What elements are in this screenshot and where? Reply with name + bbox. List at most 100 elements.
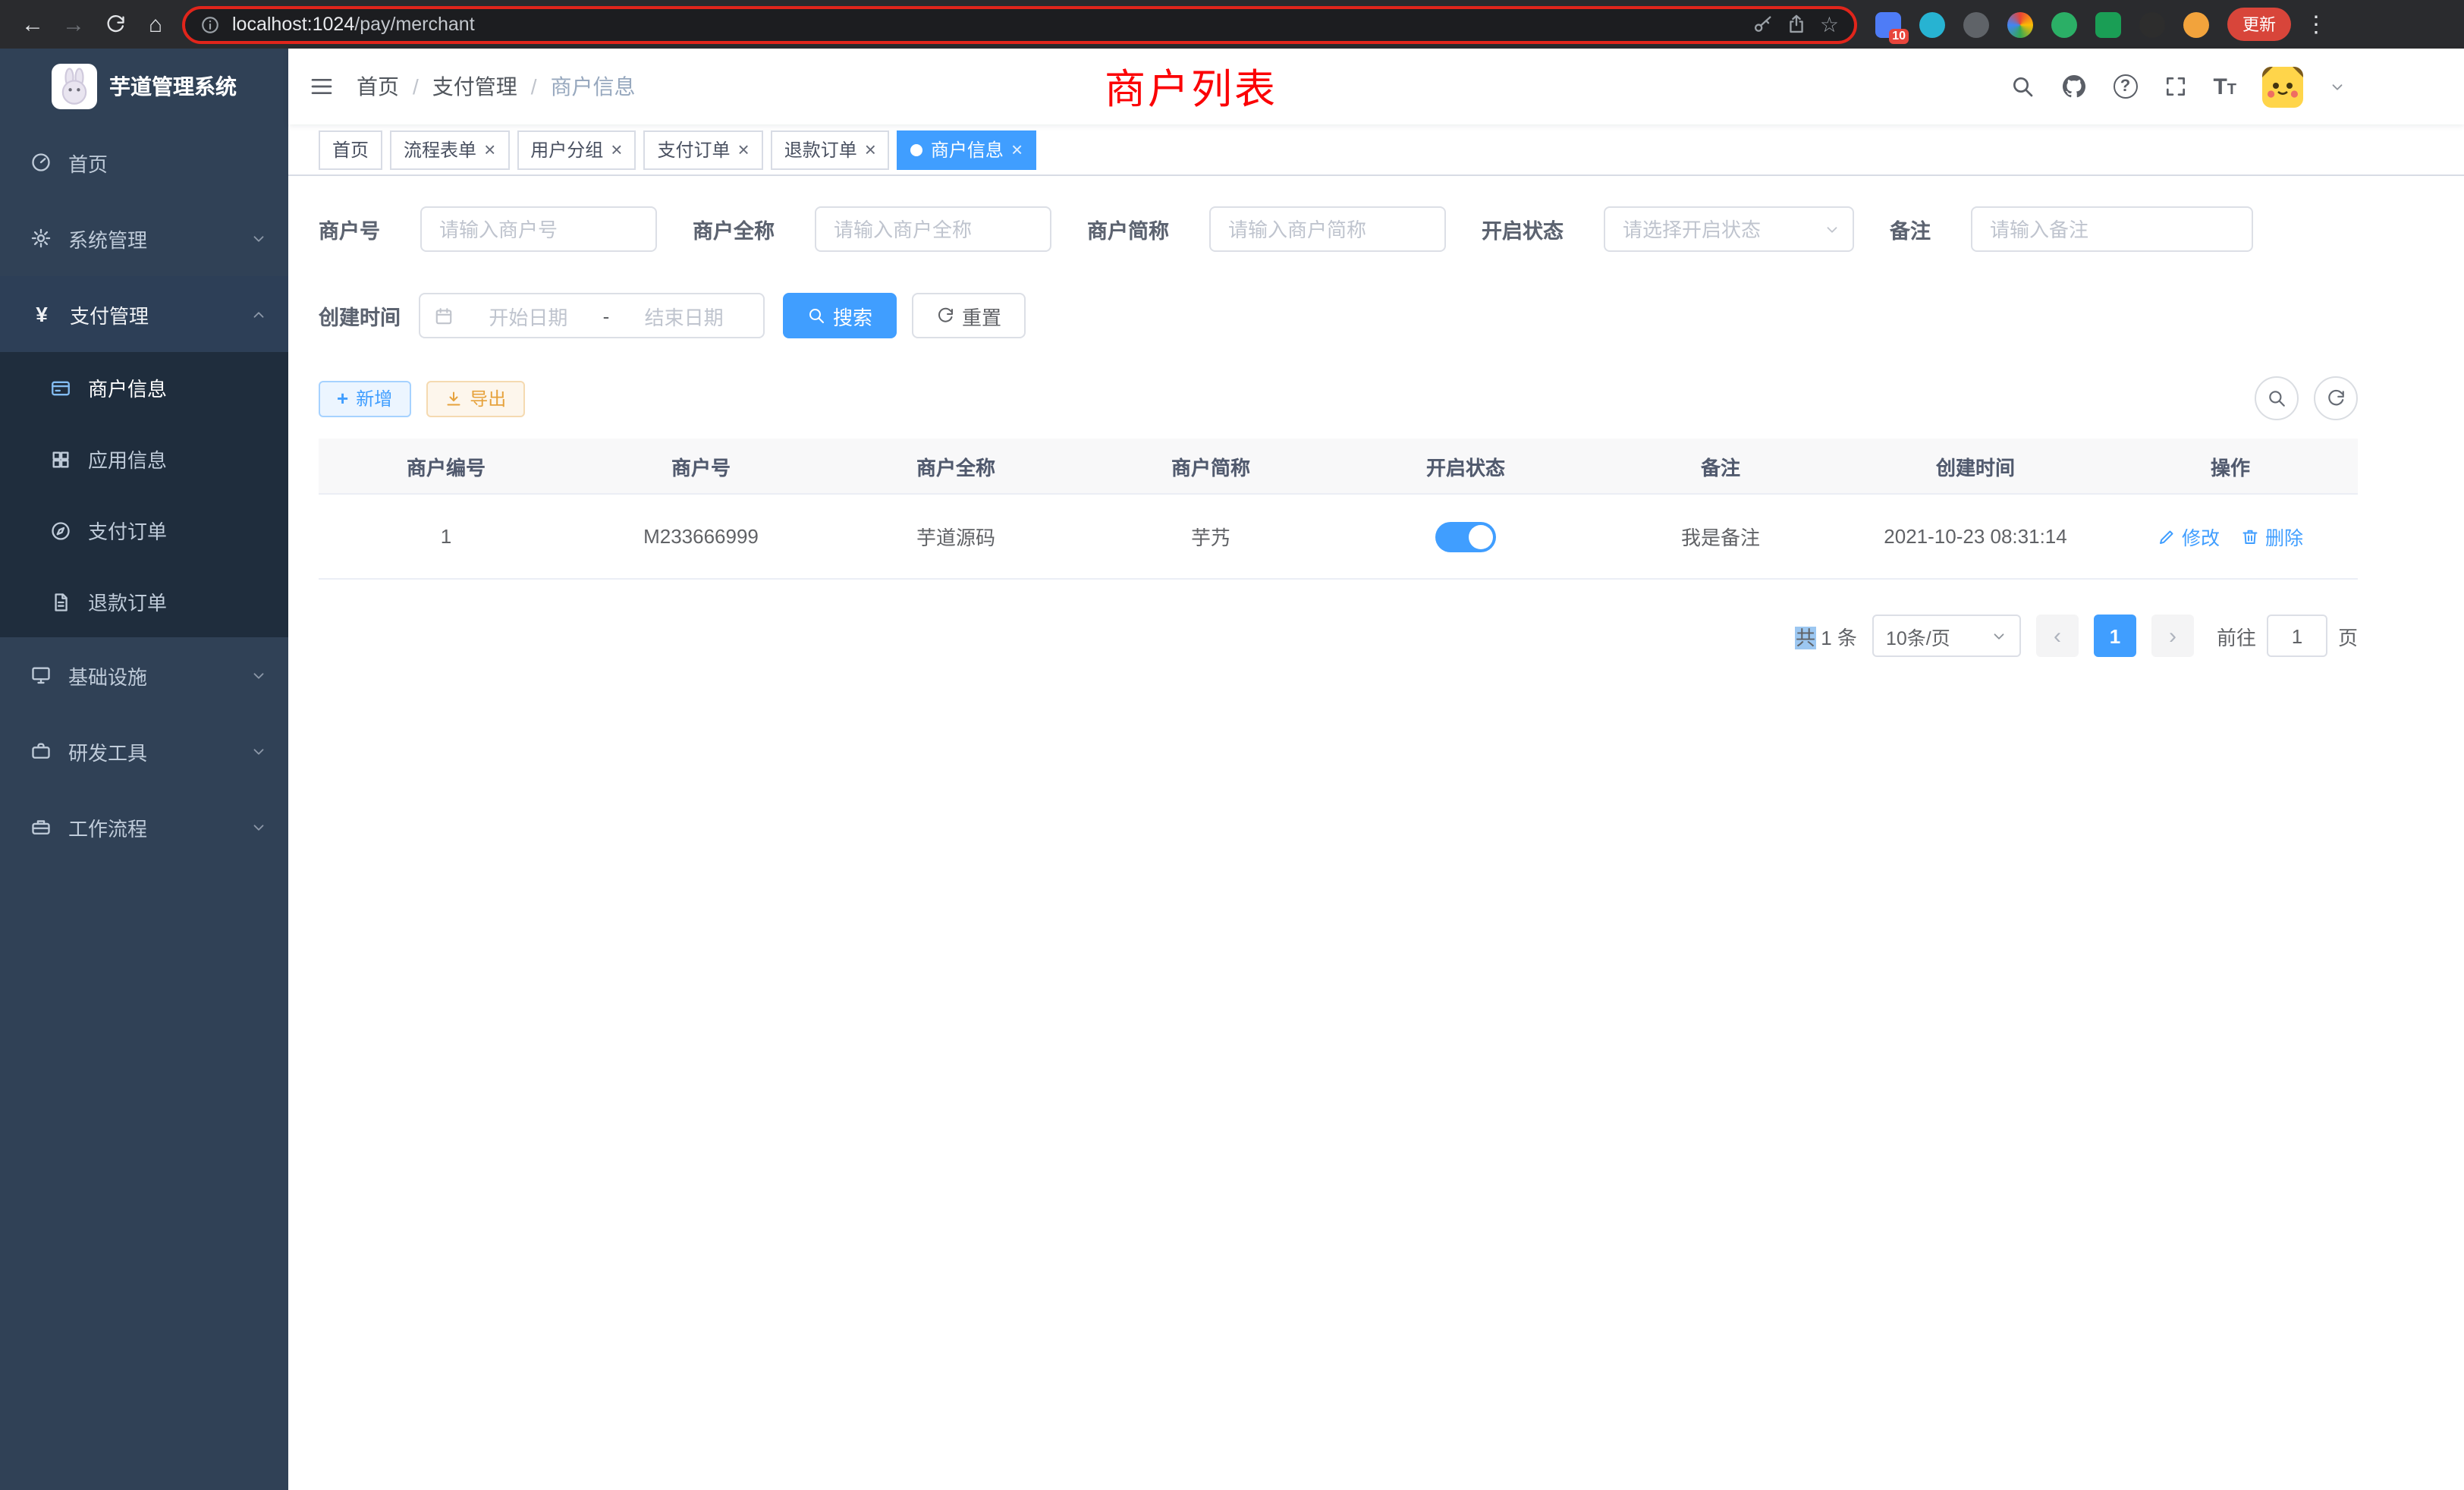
next-page-button[interactable]: › bbox=[2151, 615, 2194, 657]
profile-avatar-icon[interactable] bbox=[2183, 11, 2209, 37]
github-icon[interactable] bbox=[2060, 73, 2087, 100]
tab-home[interactable]: 首页 bbox=[319, 130, 382, 169]
sidebar-item-label: 退款订单 bbox=[88, 587, 167, 616]
browser-menu-button[interactable]: ⋮ bbox=[2305, 11, 2327, 38]
cell-remark: 我是备注 bbox=[1593, 522, 1848, 551]
date-separator: - bbox=[603, 304, 610, 327]
remark-input[interactable] bbox=[1970, 206, 2252, 252]
sidebar-item-merchant-info[interactable]: 商户信息 bbox=[0, 352, 288, 423]
breadcrumb-payment[interactable]: 支付管理 bbox=[432, 71, 517, 102]
sidebar-item-workflow[interactable]: 工作流程 bbox=[0, 789, 288, 865]
merchant-no-input[interactable] bbox=[420, 206, 656, 252]
page-size-select[interactable]: 10条/页 bbox=[1872, 615, 2021, 657]
bookmark-star-icon[interactable]: ☆ bbox=[1820, 11, 1839, 37]
sidebar-item-app-info[interactable]: 应用信息 bbox=[0, 423, 288, 495]
browser-update-button[interactable]: 更新 bbox=[2227, 8, 2291, 41]
extension-icon-2[interactable] bbox=[1919, 11, 1945, 37]
delete-link[interactable]: 删除 bbox=[2241, 522, 2303, 551]
tab-pay-order[interactable]: 支付订单× bbox=[643, 130, 762, 169]
refresh-table-button[interactable] bbox=[2314, 376, 2358, 420]
sidebar-toggle-button[interactable] bbox=[310, 74, 334, 99]
goto-page-input[interactable] bbox=[2267, 615, 2327, 657]
search-icon bbox=[807, 306, 825, 325]
sidebar-item-infrastructure[interactable]: 基础设施 bbox=[0, 637, 288, 713]
font-size-icon[interactable]: TT bbox=[2213, 75, 2236, 98]
close-icon[interactable]: × bbox=[738, 140, 750, 159]
toggle-search-button[interactable] bbox=[2255, 376, 2299, 420]
close-icon[interactable]: × bbox=[611, 140, 622, 159]
merchant-short-input[interactable] bbox=[1208, 206, 1445, 252]
sidebar-item-label: 基础设施 bbox=[68, 661, 234, 690]
tab-process-form[interactable]: 流程表单× bbox=[390, 130, 509, 169]
sidebar-item-system[interactable]: 系统管理 bbox=[0, 200, 288, 276]
reset-button[interactable]: 重置 bbox=[912, 293, 1026, 338]
status-toggle[interactable] bbox=[1435, 521, 1496, 552]
avatar-caret-down-icon[interactable] bbox=[2329, 78, 2346, 95]
breadcrumb-separator: / bbox=[531, 74, 537, 99]
plus-icon: + bbox=[337, 387, 348, 410]
prev-page-button[interactable]: ‹ bbox=[2036, 615, 2079, 657]
close-icon[interactable]: × bbox=[1011, 140, 1023, 159]
filter-row-1: 商户号 商户全称 商户简称 开启状态 bbox=[319, 206, 2358, 252]
status-select-input[interactable] bbox=[1603, 206, 1853, 252]
close-icon[interactable]: × bbox=[865, 140, 876, 159]
grid-icon bbox=[50, 448, 71, 470]
extension-icon-7[interactable] bbox=[2139, 11, 2165, 37]
close-icon[interactable]: × bbox=[484, 140, 495, 159]
sidebar-item-pay-order[interactable]: 支付订单 bbox=[0, 495, 288, 566]
user-avatar[interactable] bbox=[2262, 66, 2303, 107]
password-key-icon[interactable] bbox=[1753, 14, 1774, 35]
extension-icon-4[interactable] bbox=[2007, 11, 2033, 37]
trash-icon bbox=[2241, 527, 2259, 545]
cell-actions: 修改 删除 bbox=[2103, 522, 2358, 551]
breadcrumb-home[interactable]: 首页 bbox=[357, 71, 399, 102]
fullscreen-icon[interactable] bbox=[2163, 74, 2187, 99]
sidebar-item-payment[interactable]: ¥ 支付管理 bbox=[0, 276, 288, 352]
search-button[interactable]: 搜索 bbox=[783, 293, 897, 338]
extension-icon-1[interactable]: 10 bbox=[1875, 11, 1901, 37]
chevron-down-icon bbox=[250, 667, 267, 684]
create-time-range-picker[interactable]: 开始日期 - 结束日期 bbox=[419, 293, 765, 338]
browser-home-button[interactable]: ⌂ bbox=[135, 4, 176, 45]
extension-icon-3[interactable] bbox=[1963, 11, 1989, 37]
filter-label: 商户号 bbox=[319, 214, 380, 244]
url-bar[interactable]: localhost:1024/pay/merchant ☆ bbox=[182, 5, 1857, 43]
header-search-icon[interactable] bbox=[2010, 74, 2034, 99]
sidebar-item-refund-order[interactable]: 退款订单 bbox=[0, 566, 288, 637]
sidebar-item-home[interactable]: 首页 bbox=[0, 124, 288, 200]
breadcrumb: 首页 / 支付管理 / 商户信息 bbox=[357, 71, 636, 102]
filter-merchant-name: 商户全称 bbox=[693, 206, 1051, 252]
site-info-icon[interactable] bbox=[200, 14, 220, 34]
edit-link[interactable]: 修改 bbox=[2158, 522, 2220, 551]
browser-refresh-button[interactable] bbox=[94, 4, 135, 45]
add-button[interactable]: + 新增 bbox=[319, 380, 410, 417]
tab-refund-order[interactable]: 退款订单× bbox=[771, 130, 890, 169]
filter-status: 开启状态 bbox=[1482, 206, 1853, 252]
page-number-button[interactable]: 1 bbox=[2094, 615, 2136, 657]
table-row: 1 M233666999 芋道源码 芋艿 我是备注 2021-10-23 08:… bbox=[319, 495, 2358, 580]
search-icon bbox=[2267, 388, 2286, 408]
main-area: 首页 / 支付管理 / 商户信息 商户列表 ? TT bbox=[288, 49, 2464, 1490]
tab-merchant-info[interactable]: 商户信息× bbox=[897, 130, 1036, 169]
export-button[interactable]: 导出 bbox=[426, 380, 524, 417]
workflow-icon bbox=[30, 816, 52, 838]
status-select[interactable] bbox=[1603, 206, 1853, 252]
browser-forward-button[interactable]: → bbox=[53, 4, 94, 45]
column-header: 商户简称 bbox=[1083, 451, 1338, 480]
sidebar-item-dev-tools[interactable]: 研发工具 bbox=[0, 713, 288, 789]
cell-merchant-no: M233666999 bbox=[574, 525, 828, 548]
url-path: /pay/merchant bbox=[354, 14, 474, 35]
annotation-page-label: 商户列表 bbox=[1105, 56, 1278, 115]
tab-user-group[interactable]: 用户分组× bbox=[517, 130, 636, 169]
browser-back-button[interactable]: ← bbox=[12, 4, 53, 45]
app-logo-area[interactable]: 芋道管理系统 bbox=[0, 49, 288, 124]
rabbit-logo-icon bbox=[55, 67, 94, 106]
help-icon[interactable]: ? bbox=[2113, 74, 2137, 99]
merchant-name-input[interactable] bbox=[814, 206, 1051, 252]
filter-row-2: 创建时间 开始日期 - 结束日期 搜索 重置 bbox=[319, 293, 2358, 338]
extension-icon-5[interactable] bbox=[2051, 11, 2077, 37]
share-icon[interactable] bbox=[1787, 14, 1808, 35]
app-title: 芋道管理系统 bbox=[109, 71, 237, 102]
cell-short-name: 芋艿 bbox=[1083, 522, 1338, 551]
extension-icon-6[interactable] bbox=[2095, 11, 2121, 37]
